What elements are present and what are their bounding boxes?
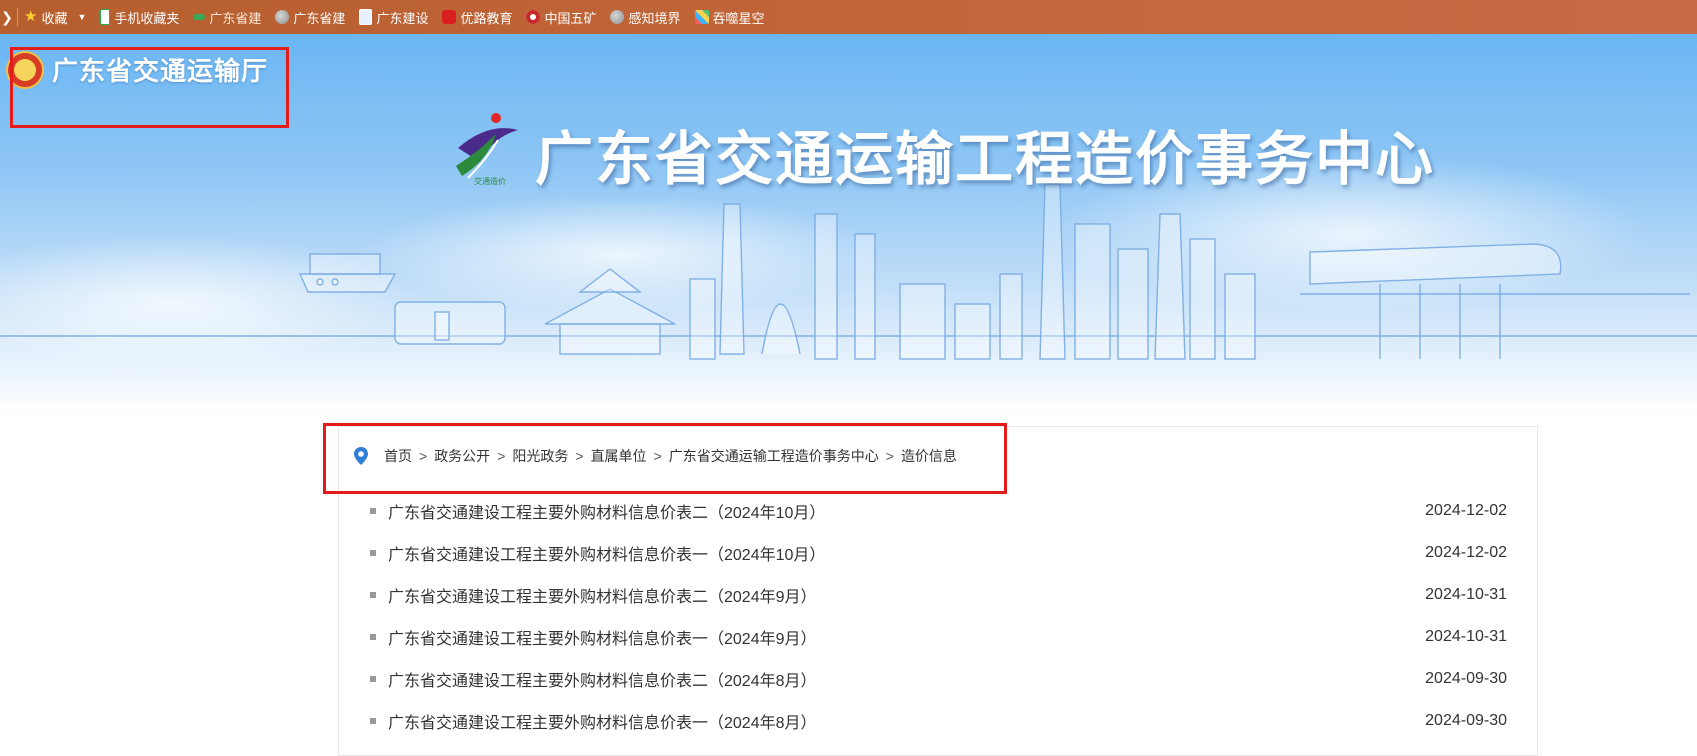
highlight-box-org [10, 47, 289, 128]
youlu-icon [442, 10, 457, 24]
document-icon [359, 9, 373, 25]
list-item-title[interactable]: 广东省交通建设工程主要外购材料信息价表二（2024年8月） [388, 667, 817, 691]
list-item-date: 2024-10-31 [1425, 628, 1507, 645]
bullet-icon [370, 718, 376, 724]
bookmark-label: 广东省建 [293, 10, 346, 26]
list-item-title[interactable]: 广东省交通建设工程主要外购材料信息价表一（2024年9月） [388, 625, 817, 649]
bookmarks-bar: ❯ ★ 收藏 ▼ 手机收藏夹 广东省建 广东省建 广东建设 优路教育 中国五矿 … [0, 0, 1697, 34]
list-item-date: 2024-12-02 [1425, 502, 1507, 519]
center-title: 广东省交通运输工程造价事务中心 [535, 127, 1436, 192]
bookmark-favorites[interactable]: ★ 收藏 ▼ [24, 8, 86, 27]
list-item[interactable]: 广东省交通建设工程主要外购材料信息价表二（2024年9月） 2024-10-31 [365, 574, 1507, 616]
chevron-down-icon[interactable]: ▼ [77, 12, 86, 22]
bullet-icon [370, 550, 376, 556]
article-list: 广东省交通建设工程主要外购材料信息价表二（2024年10月） 2024-12-0… [365, 490, 1507, 742]
bullet-icon [370, 676, 376, 682]
bookmark-label: 广东省建 [209, 10, 262, 26]
highlight-box-breadcrumb [323, 423, 1007, 494]
bookmark-label: 手机收藏夹 [114, 10, 180, 26]
list-item-title[interactable]: 广东省交通建设工程主要外购材料信息价表二（2024年9月） [388, 583, 817, 607]
bookmark-label: 收藏 [41, 10, 68, 26]
list-item-date: 2024-12-02 [1425, 544, 1507, 561]
bookmark-gd-construction-2[interactable]: 广东省建 [275, 8, 345, 27]
list-item[interactable]: 广东省交通建设工程主要外购材料信息价表二（2024年10月） 2024-12-0… [365, 490, 1507, 532]
list-item-date: 2024-10-31 [1425, 586, 1507, 603]
bookmark-tunshi[interactable]: 吞噬星空 [694, 8, 765, 27]
chevron-right-icon[interactable]: ❯ [1, 9, 13, 26]
phone-icon [100, 9, 111, 25]
bullet-icon [370, 508, 376, 514]
transport-cost-logo: 交通造价 [456, 113, 518, 186]
logo-caption: 交通造价 [474, 176, 506, 186]
bookmark-label: 广东建设 [376, 10, 429, 26]
bookmark-mobile-favorites[interactable]: 手机收藏夹 [100, 8, 179, 27]
bullet-icon [370, 592, 376, 598]
site-icon [193, 14, 206, 20]
bookmark-gd-construction-1[interactable]: 广东省建 [193, 8, 261, 27]
list-item-date: 2024-09-30 [1425, 670, 1507, 687]
bookmark-label: 中国五矿 [544, 10, 597, 26]
list-item[interactable]: 广东省交通建设工程主要外购材料信息价表二（2024年8月） 2024-09-30 [365, 658, 1507, 700]
list-item-title[interactable]: 广东省交通建设工程主要外购材料信息价表二（2024年10月） [388, 499, 825, 523]
list-item-date: 2024-09-30 [1425, 712, 1507, 729]
list-item[interactable]: 广东省交通建设工程主要外购材料信息价表一（2024年9月） 2024-10-31 [365, 616, 1507, 658]
list-item[interactable]: 广东省交通建设工程主要外购材料信息价表一（2024年10月） 2024-12-0… [365, 532, 1507, 574]
bookmark-gd-building[interactable]: 广东建设 [359, 8, 428, 27]
list-item-title[interactable]: 广东省交通建设工程主要外购材料信息价表一（2024年8月） [388, 709, 817, 733]
bookmark-label: 感知境界 [628, 10, 681, 26]
bookmark-youlu[interactable]: 优路教育 [442, 8, 512, 27]
minmetals-icon [526, 10, 541, 24]
globe-icon [610, 10, 625, 24]
bookmark-minmetals[interactable]: 中国五矿 [526, 8, 596, 27]
list-item-title[interactable]: 广东省交通建设工程主要外购材料信息价表一（2024年10月） [388, 541, 825, 565]
grid-icon [694, 10, 709, 24]
globe-icon [275, 10, 290, 24]
bullet-icon [370, 634, 376, 640]
divider [17, 8, 18, 26]
city-skyline-illustration [0, 183, 1697, 360]
star-icon: ★ [24, 8, 38, 25]
list-item[interactable]: 广东省交通建设工程主要外购材料信息价表一（2024年8月） 2024-09-30 [365, 700, 1507, 742]
bookmark-ganzhi[interactable]: 感知境界 [610, 8, 681, 27]
bookmark-label: 优路教育 [460, 10, 513, 26]
bookmark-label: 吞噬星空 [712, 10, 765, 26]
